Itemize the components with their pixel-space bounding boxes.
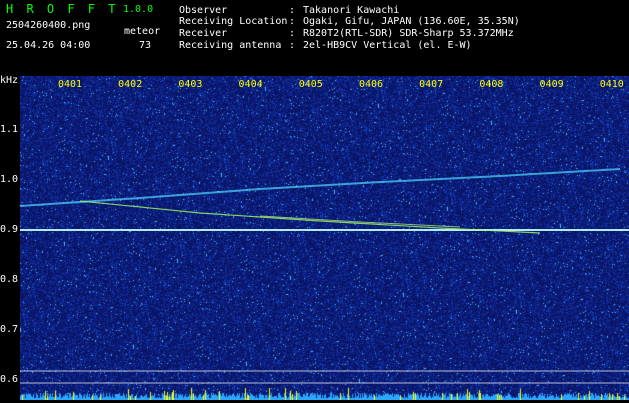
info-key-location: Receiving Location (179, 16, 288, 27)
info-sep: : (289, 40, 296, 51)
drift-trace (20, 168, 621, 207)
info-sep: : (289, 5, 296, 16)
info-value-antenna: 2el-HB9CV Vertical (el. E-W) (303, 40, 472, 51)
app-version: 1.0.0 (123, 4, 154, 15)
info-value-receiver: R820T2(RTL-SDR) SDR-Sharp 53.372MHz (303, 28, 514, 39)
meteor-label: meteor (124, 26, 161, 37)
time-tick-label: 0410 (599, 79, 624, 90)
info-sep: : (289, 28, 296, 39)
freq-tick-label: 1.1 (0, 124, 19, 135)
time-tick-label: 0409 (539, 79, 564, 90)
info-key-receiver: Receiver (179, 28, 228, 39)
freq-tick-label: 0.7 (0, 324, 19, 335)
app-title: H R O F F T (6, 2, 119, 16)
freq-tick-label: 0.8 (0, 274, 19, 285)
frequency-axis: 1.1 1.0 0.9 0.8 0.7 0.6 (0, 76, 20, 400)
freq-tick-label: 0.9 (0, 224, 19, 235)
info-value-observer: Takanori Kawachi (303, 5, 400, 16)
frequency-unit: kHz (0, 75, 19, 86)
meteor-count: 73 (139, 40, 152, 51)
time-tick-label: 0401 (57, 79, 83, 90)
time-tick-label: 0407 (419, 79, 444, 90)
meteor-activity-bar (20, 386, 629, 400)
time-tick-label: 0402 (118, 79, 143, 90)
datetime: 25.04.26 04:00 (6, 40, 91, 51)
drift-trace (79, 200, 541, 234)
spectrogram-overlay (20, 168, 629, 384)
info-sep: : (289, 16, 296, 27)
freq-tick-label: 1.0 (0, 174, 19, 185)
info-key-observer: Observer (179, 5, 228, 16)
time-tick-label: 0405 (298, 79, 323, 90)
time-tick-label: 0403 (178, 79, 203, 90)
drift-trace (259, 215, 461, 228)
info-value-location: Ogaki, Gifu, JAPAN (136.60E, 35.35N) (303, 16, 520, 27)
filename: 2504260400.png (6, 20, 91, 31)
freq-tick-label: 0.6 (0, 374, 19, 385)
time-tick-label: 0404 (238, 79, 263, 90)
time-tick-label: 0406 (358, 79, 384, 90)
time-tick-label: 0408 (479, 79, 504, 90)
spectrogram (20, 76, 629, 400)
info-key-antenna: Receiving antenna (179, 40, 282, 51)
